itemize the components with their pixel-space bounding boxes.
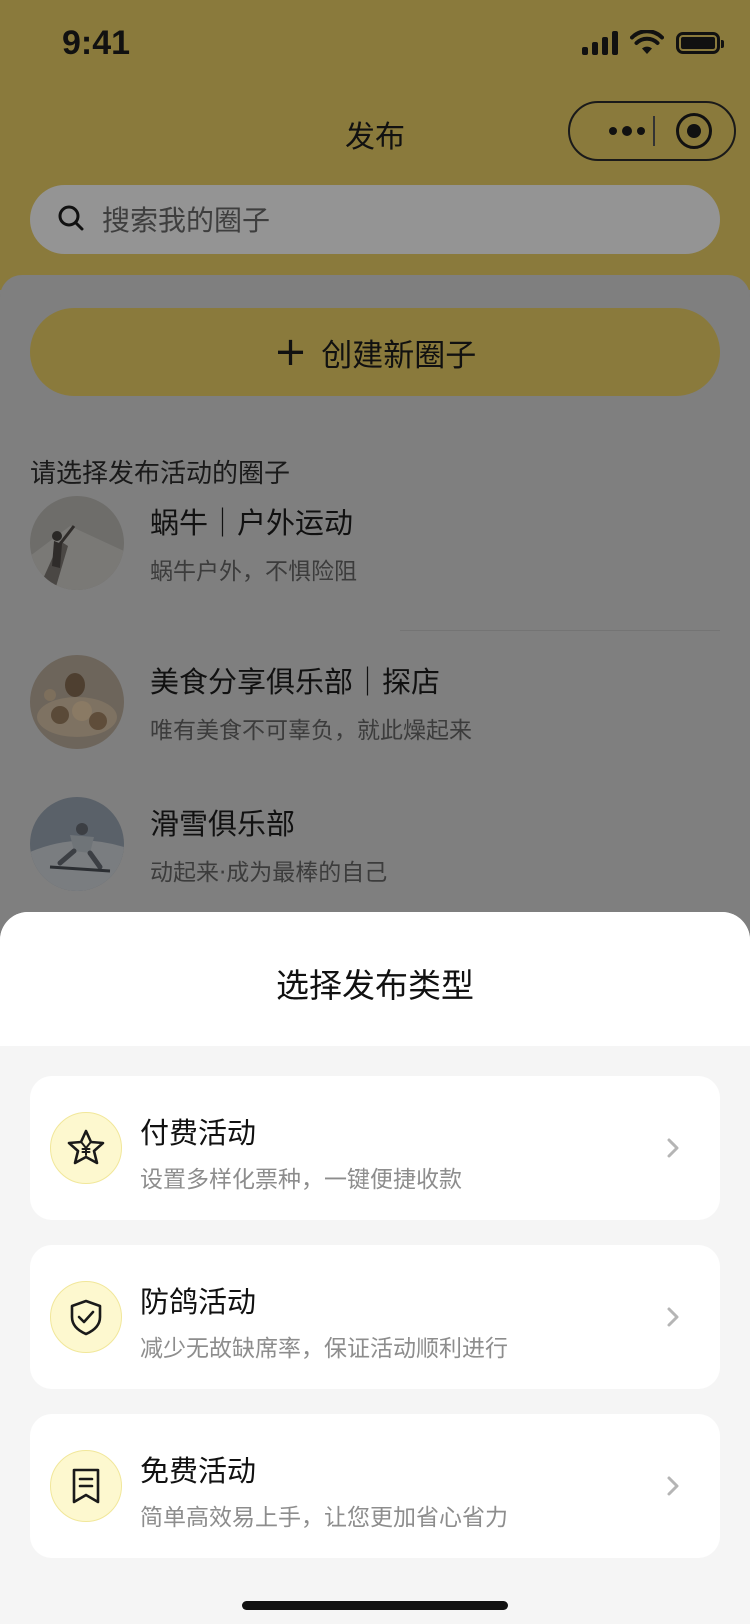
search-icon bbox=[58, 205, 84, 231]
battery-icon bbox=[676, 32, 724, 54]
sheet-title: 选择发布类型 bbox=[276, 966, 474, 1005]
circle-avatar bbox=[30, 496, 124, 590]
star-yen-icon bbox=[50, 1112, 122, 1184]
circle-subtitle: 唯有美食不可辜负，就此燥起来 bbox=[150, 718, 472, 744]
option-title: 付费活动 bbox=[140, 1116, 257, 1150]
search-input[interactable] bbox=[100, 185, 664, 256]
search-bar[interactable] bbox=[30, 185, 720, 256]
wifi-icon bbox=[630, 30, 664, 54]
mini-program-capsule bbox=[568, 101, 736, 161]
cellular-signal-icon bbox=[582, 31, 618, 55]
circle-item[interactable]: 蜗牛｜户外运动 蜗牛户外，不惧险阻 bbox=[30, 496, 720, 592]
more-options-icon[interactable] bbox=[592, 103, 662, 159]
option-paid-activity[interactable]: 付费活动 设置多样化票种，一键便捷收款 bbox=[30, 1076, 720, 1220]
circle-avatar bbox=[30, 655, 124, 749]
circle-subtitle: 动起来·成为最棒的自己 bbox=[150, 860, 388, 886]
circle-avatar bbox=[30, 797, 124, 891]
close-target-icon[interactable] bbox=[676, 113, 712, 149]
option-desc: 简单高效易上手，让您更加省心省力 bbox=[140, 1505, 508, 1531]
option-desc: 设置多样化票种，一键便捷收款 bbox=[140, 1167, 462, 1193]
circle-item[interactable]: 美食分享俱乐部｜探店 唯有美食不可辜负，就此燥起来 bbox=[30, 655, 720, 751]
circle-item[interactable]: 滑雪俱乐部 动起来·成为最棒的自己 bbox=[30, 797, 720, 893]
chevron-right-icon bbox=[667, 1138, 679, 1158]
option-free-activity[interactable]: 免费活动 简单高效易上手，让您更加省心省力 bbox=[30, 1414, 720, 1558]
chevron-right-icon bbox=[667, 1476, 679, 1496]
option-title: 防鸽活动 bbox=[140, 1285, 257, 1319]
option-title: 免费活动 bbox=[140, 1454, 257, 1488]
status-time: 9:41 bbox=[62, 24, 131, 62]
capsule-divider bbox=[653, 116, 655, 146]
home-indicator[interactable] bbox=[242, 1601, 508, 1610]
circle-subtitle: 蜗牛户外，不惧险阻 bbox=[150, 559, 357, 585]
create-circle-label: 创建新圈子 bbox=[321, 337, 477, 374]
sheet-header: 选择发布类型 bbox=[0, 912, 750, 1046]
status-icons bbox=[582, 30, 724, 56]
publish-type-sheet: 选择发布类型 付费活动 设置多样化票种，一键便捷收款 防鸽活动 减少无故缺席率，… bbox=[0, 912, 750, 1624]
list-divider bbox=[400, 630, 720, 631]
section-label: 请选择发布活动的圈子 bbox=[30, 459, 291, 489]
option-desc: 减少无故缺席率，保证活动顺利进行 bbox=[140, 1336, 508, 1362]
shield-check-icon bbox=[50, 1281, 122, 1353]
option-anti-noshow-activity[interactable]: 防鸽活动 减少无故缺席率，保证活动顺利进行 bbox=[30, 1245, 720, 1389]
plus-icon: + bbox=[273, 329, 308, 375]
create-circle-button[interactable]: + 创建新圈子 bbox=[30, 308, 720, 396]
circle-title: 滑雪俱乐部 bbox=[150, 807, 296, 841]
receipt-icon bbox=[50, 1450, 122, 1522]
circle-title: 蜗牛｜户外运动 bbox=[150, 506, 354, 540]
status-bar: 9:41 bbox=[0, 0, 750, 88]
circle-title: 美食分享俱乐部｜探店 bbox=[150, 665, 441, 699]
chevron-right-icon bbox=[667, 1307, 679, 1327]
